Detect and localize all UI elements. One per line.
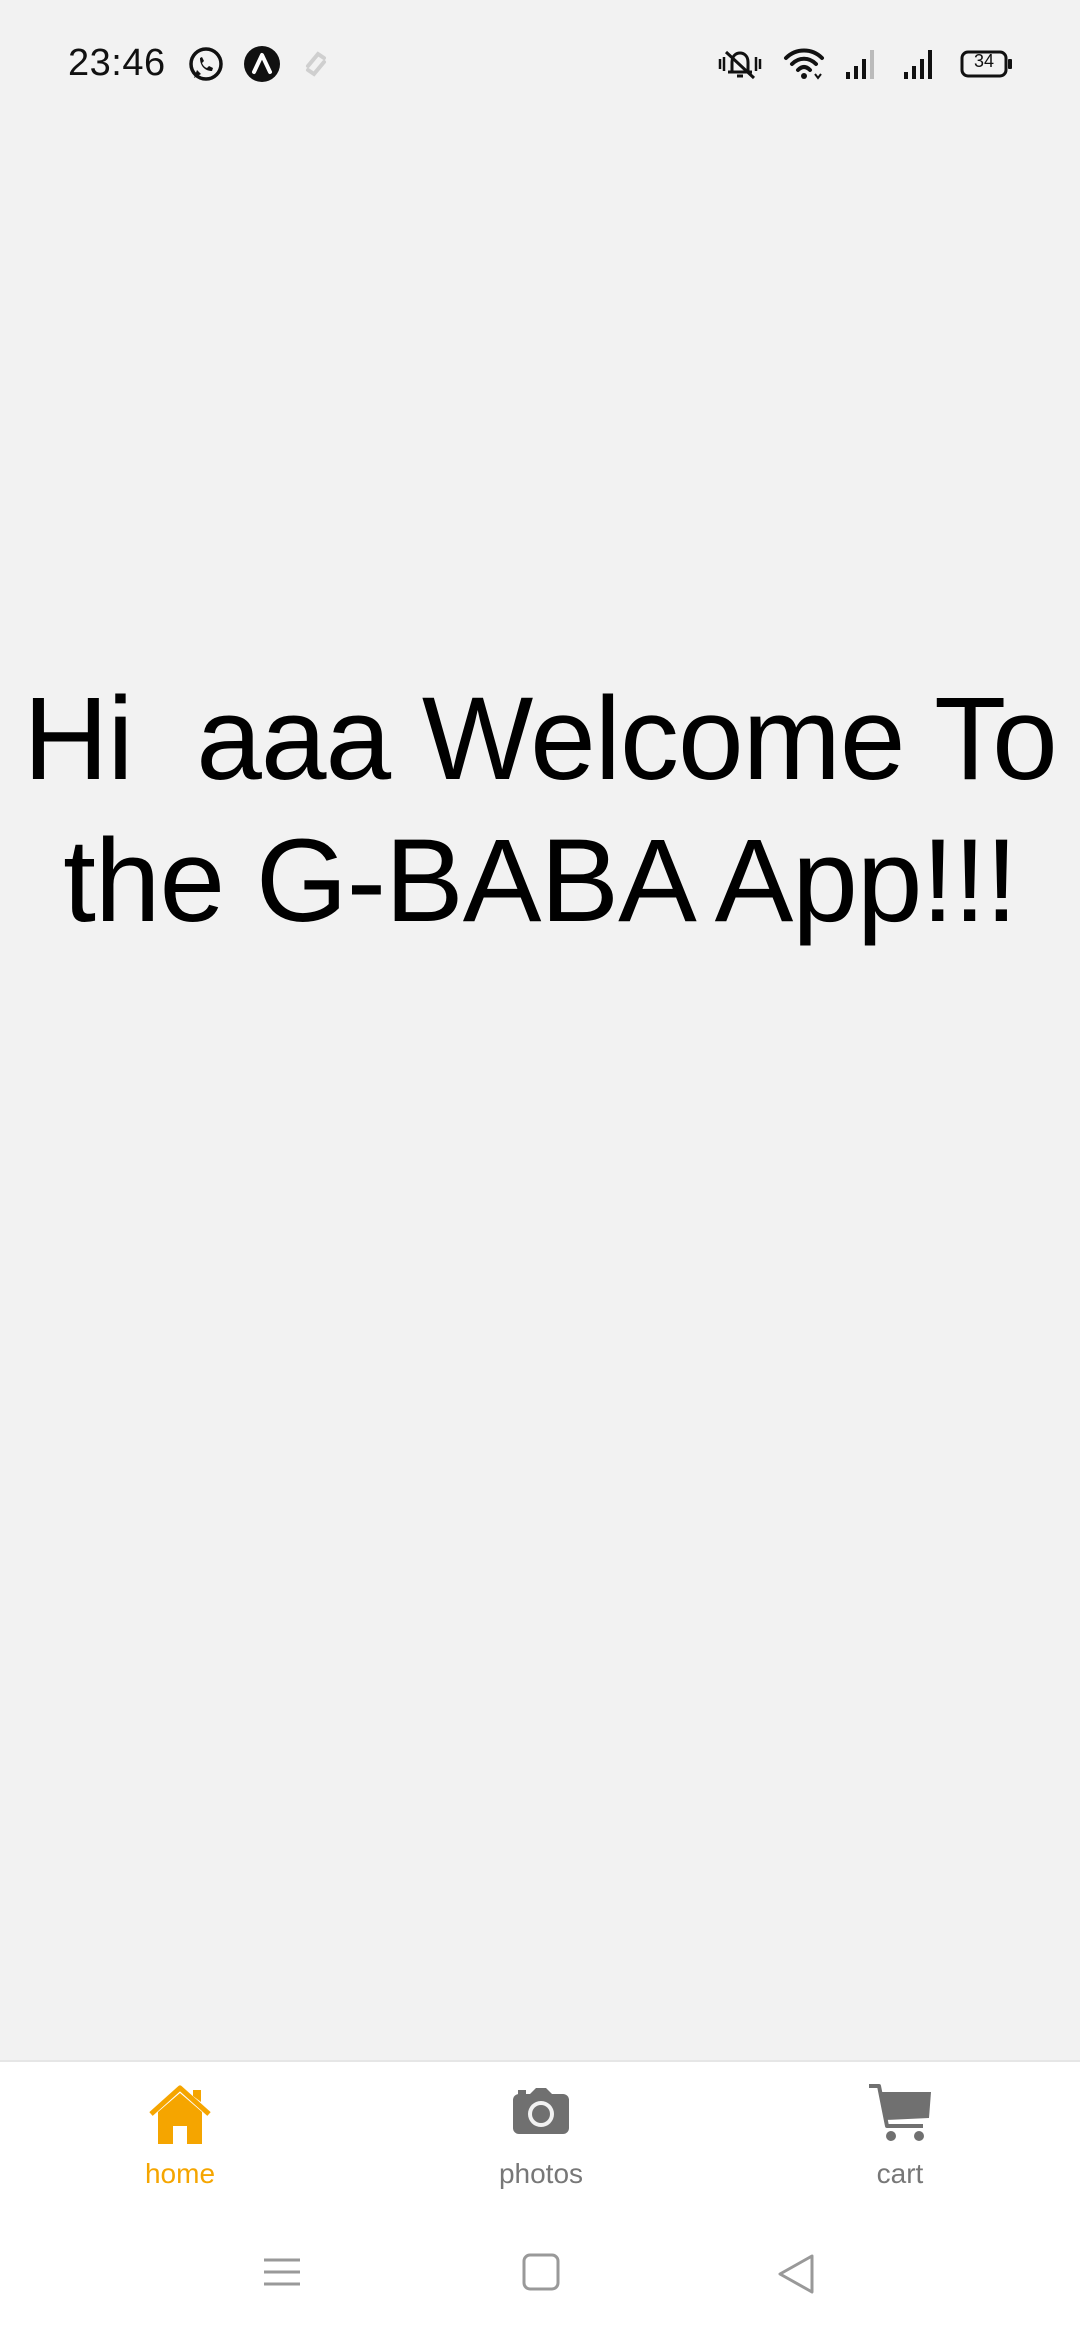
status-bar: 23:46 34 (0, 0, 1080, 130)
tab-home-label: home (144, 2158, 216, 2189)
home-icon (147, 2082, 213, 2146)
link-icon (298, 44, 334, 84)
tab-cart[interactable]: cart (790, 2082, 1010, 2232)
tab-bar: home photos cart (0, 2062, 1080, 2232)
system-navigation-bar (0, 2242, 1080, 2312)
tab-home[interactable]: home (70, 2082, 290, 2232)
cart-icon (867, 2082, 933, 2146)
tab-cart-label: cart (876, 2158, 924, 2189)
status-notification-icons (186, 44, 334, 84)
battery-icon: 34 (960, 44, 1014, 84)
vibrate-mute-icon (716, 44, 764, 84)
status-time: 23:46 (68, 42, 166, 84)
home-square-icon[interactable] (521, 2252, 561, 2292)
tab-photos[interactable]: photos (431, 2082, 651, 2232)
battery-level: 34 (973, 51, 995, 71)
back-triangle-icon[interactable] (776, 2252, 816, 2296)
signal-icon (902, 44, 942, 84)
status-system-icons: 34 (716, 44, 1014, 84)
camera-icon (510, 2082, 572, 2146)
welcome-message: Hi aaa Welcome To the G-BABA App!!! (23, 673, 1058, 947)
signal-icon (844, 44, 884, 84)
wifi-icon (782, 44, 826, 84)
tab-photos-label: photos (498, 2158, 584, 2189)
arrow-up-circle-icon (242, 44, 282, 84)
whatsapp-icon (186, 44, 226, 84)
bottom-navigation: home photos cart (0, 2060, 1080, 2342)
menu-icon[interactable] (262, 2252, 302, 2292)
